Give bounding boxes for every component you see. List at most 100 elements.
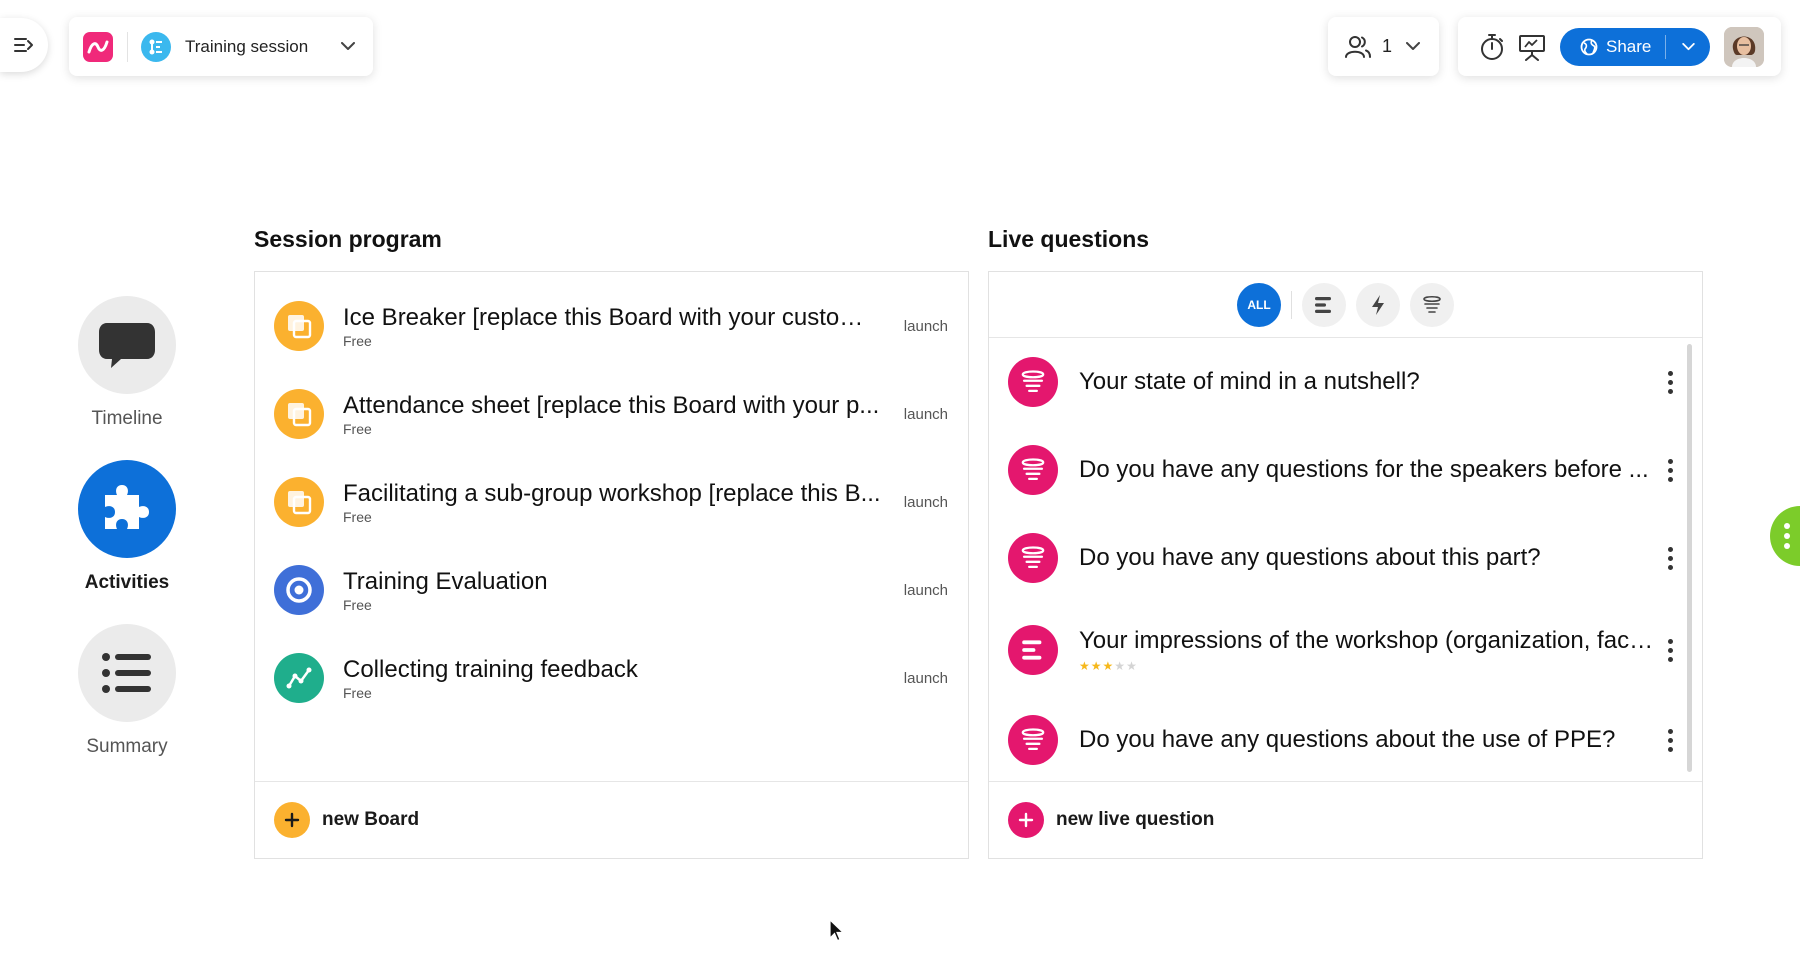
program-list: Ice Breaker [replace this Board with you…	[255, 272, 968, 782]
side-panel-handle[interactable]	[1770, 506, 1800, 566]
speech-bubble-icon	[99, 323, 155, 368]
trend-line-icon	[274, 653, 324, 703]
question-row[interactable]: Do you have any questions about the use …	[989, 698, 1702, 782]
board-icon	[274, 301, 324, 351]
plus-icon	[274, 802, 310, 838]
more-options-icon[interactable]	[1660, 367, 1680, 397]
question-text: Your state of mind in a nutshell?	[1079, 368, 1660, 396]
board-icon	[274, 389, 324, 439]
presentation-board-icon	[1519, 34, 1545, 61]
nav-summary-label: Summary	[86, 736, 168, 757]
program-row-title: Attendance sheet [replace this Board wit…	[343, 391, 880, 419]
star-icon-empty: ★	[1114, 659, 1127, 673]
program-row-title: Ice Breaker [replace this Board with you…	[343, 303, 883, 331]
launch-button[interactable]: launch	[904, 406, 948, 423]
star-icon-filled: ★	[1079, 659, 1091, 673]
program-row-title: Collecting training feedback	[343, 655, 638, 683]
more-options-icon[interactable]	[1660, 635, 1680, 665]
timer-button[interactable]	[1472, 27, 1512, 67]
nav-activities-label: Activities	[84, 572, 170, 593]
program-row-text: Attendance sheet [replace this Board wit…	[343, 392, 890, 437]
program-row[interactable]: Facilitating a sub-group workshop [repla…	[255, 458, 968, 546]
filter-word-cloud-button[interactable]	[1410, 282, 1454, 327]
filter-all-button[interactable]: ALL	[1237, 282, 1281, 327]
poll-bars-icon	[1315, 296, 1331, 313]
session-program-panel: Ice Breaker [replace this Board with you…	[254, 271, 969, 859]
questions-scrollbar[interactable]	[1687, 344, 1692, 772]
new-live-question-label: new live question	[1056, 809, 1215, 830]
target-icon	[274, 565, 324, 615]
program-row-title: Facilitating a sub-group workshop [repla…	[343, 479, 881, 507]
share-label: Share	[1606, 36, 1652, 56]
question-row[interactable]: Your impressions of the workshop (organi…	[989, 602, 1702, 698]
program-row-text: Collecting training feedback Free	[343, 656, 890, 701]
question-title: Do you have any questions about the use …	[1079, 726, 1616, 753]
launch-button[interactable]: launch	[904, 670, 948, 687]
chevron-down-icon	[1406, 42, 1421, 50]
program-row[interactable]: Ice Breaker [replace this Board with you…	[255, 282, 968, 370]
launch-button[interactable]: launch	[904, 318, 948, 335]
question-row[interactable]: Your state of mind in a nutshell?	[989, 338, 1702, 426]
session-name: Training session	[185, 36, 309, 56]
more-options-icon[interactable]	[1660, 543, 1680, 573]
nav-activities-circle	[78, 460, 176, 558]
chevron-down-icon	[341, 42, 355, 51]
new-live-question-button[interactable]: new live question	[989, 781, 1702, 858]
new-board-button[interactable]: new Board	[255, 781, 968, 858]
word-cloud-icon	[1423, 295, 1441, 313]
share-button[interactable]: Share	[1560, 28, 1665, 66]
program-row-subtitle: Free	[343, 508, 372, 525]
program-row-text: Ice Breaker [replace this Board with you…	[343, 304, 890, 349]
question-text: Do you have any questions about this par…	[1079, 544, 1660, 572]
poll-bars-icon	[1008, 625, 1058, 675]
nav-activities[interactable]: Activities	[70, 460, 184, 594]
list-icon	[102, 653, 151, 693]
star-icon-filled: ★	[1090, 659, 1103, 673]
board-icon	[274, 477, 324, 527]
session-selector[interactable]: Training session	[69, 17, 373, 76]
session-tools: Share	[1458, 17, 1781, 76]
program-row[interactable]: Training Evaluation Free launch	[255, 546, 968, 634]
word-cloud-icon	[1008, 533, 1058, 583]
launch-button[interactable]: launch	[904, 494, 948, 511]
program-row[interactable]: Collecting training feedback Free launch	[255, 634, 968, 722]
more-options-icon[interactable]	[1660, 725, 1680, 755]
word-cloud-icon	[1008, 357, 1058, 407]
presentation-button[interactable]	[1512, 27, 1552, 67]
program-row-text: Facilitating a sub-group workshop [repla…	[343, 480, 890, 525]
question-text: Do you have any questions for the speake…	[1079, 456, 1660, 484]
lightning-icon	[1372, 294, 1384, 315]
more-options-icon[interactable]	[1660, 455, 1680, 485]
live-questions-list: Your state of mind in a nutshell? Do you…	[989, 338, 1702, 782]
nav-summary[interactable]: Summary	[70, 624, 184, 758]
side-navigation: Timeline Activities Summary	[70, 296, 184, 788]
word-cloud-icon	[1008, 445, 1058, 495]
question-title: Do you have any questions for the speake…	[1079, 456, 1649, 483]
collapse-menu-icon	[14, 38, 33, 52]
filter-poll-button[interactable]	[1302, 282, 1346, 327]
session-program-title: Session program	[254, 226, 442, 252]
question-row[interactable]: Do you have any questions about this par…	[989, 514, 1702, 602]
question-text: Do you have any questions about the use …	[1079, 726, 1660, 754]
question-row[interactable]: Do you have any questions for the speake…	[989, 426, 1702, 514]
program-row-subtitle: Free	[343, 332, 372, 349]
globe-icon	[1580, 38, 1598, 55]
star-icon-empty: ★	[1126, 659, 1138, 673]
participants-button[interactable]: 1	[1328, 17, 1439, 76]
handle-dot	[1784, 543, 1790, 549]
collapse-sidebar-button[interactable]	[0, 18, 48, 72]
participants-icon	[1345, 35, 1371, 58]
program-row[interactable]: Attendance sheet [replace this Board wit…	[255, 370, 968, 458]
launch-button[interactable]: launch	[904, 582, 948, 599]
mouse-cursor-icon	[829, 919, 845, 942]
nav-timeline[interactable]: Timeline	[70, 296, 184, 430]
new-board-label: new Board	[322, 809, 420, 830]
question-title: Your state of mind in a nutshell?	[1079, 368, 1420, 395]
program-row-subtitle: Free	[343, 684, 372, 701]
nav-timeline-label: Timeline	[91, 408, 163, 429]
user-avatar[interactable]	[1724, 26, 1764, 67]
chevron-down-icon	[1681, 42, 1695, 50]
nav-summary-circle	[78, 624, 176, 722]
filter-quick-button[interactable]	[1356, 282, 1400, 327]
share-options-button[interactable]	[1666, 28, 1710, 66]
